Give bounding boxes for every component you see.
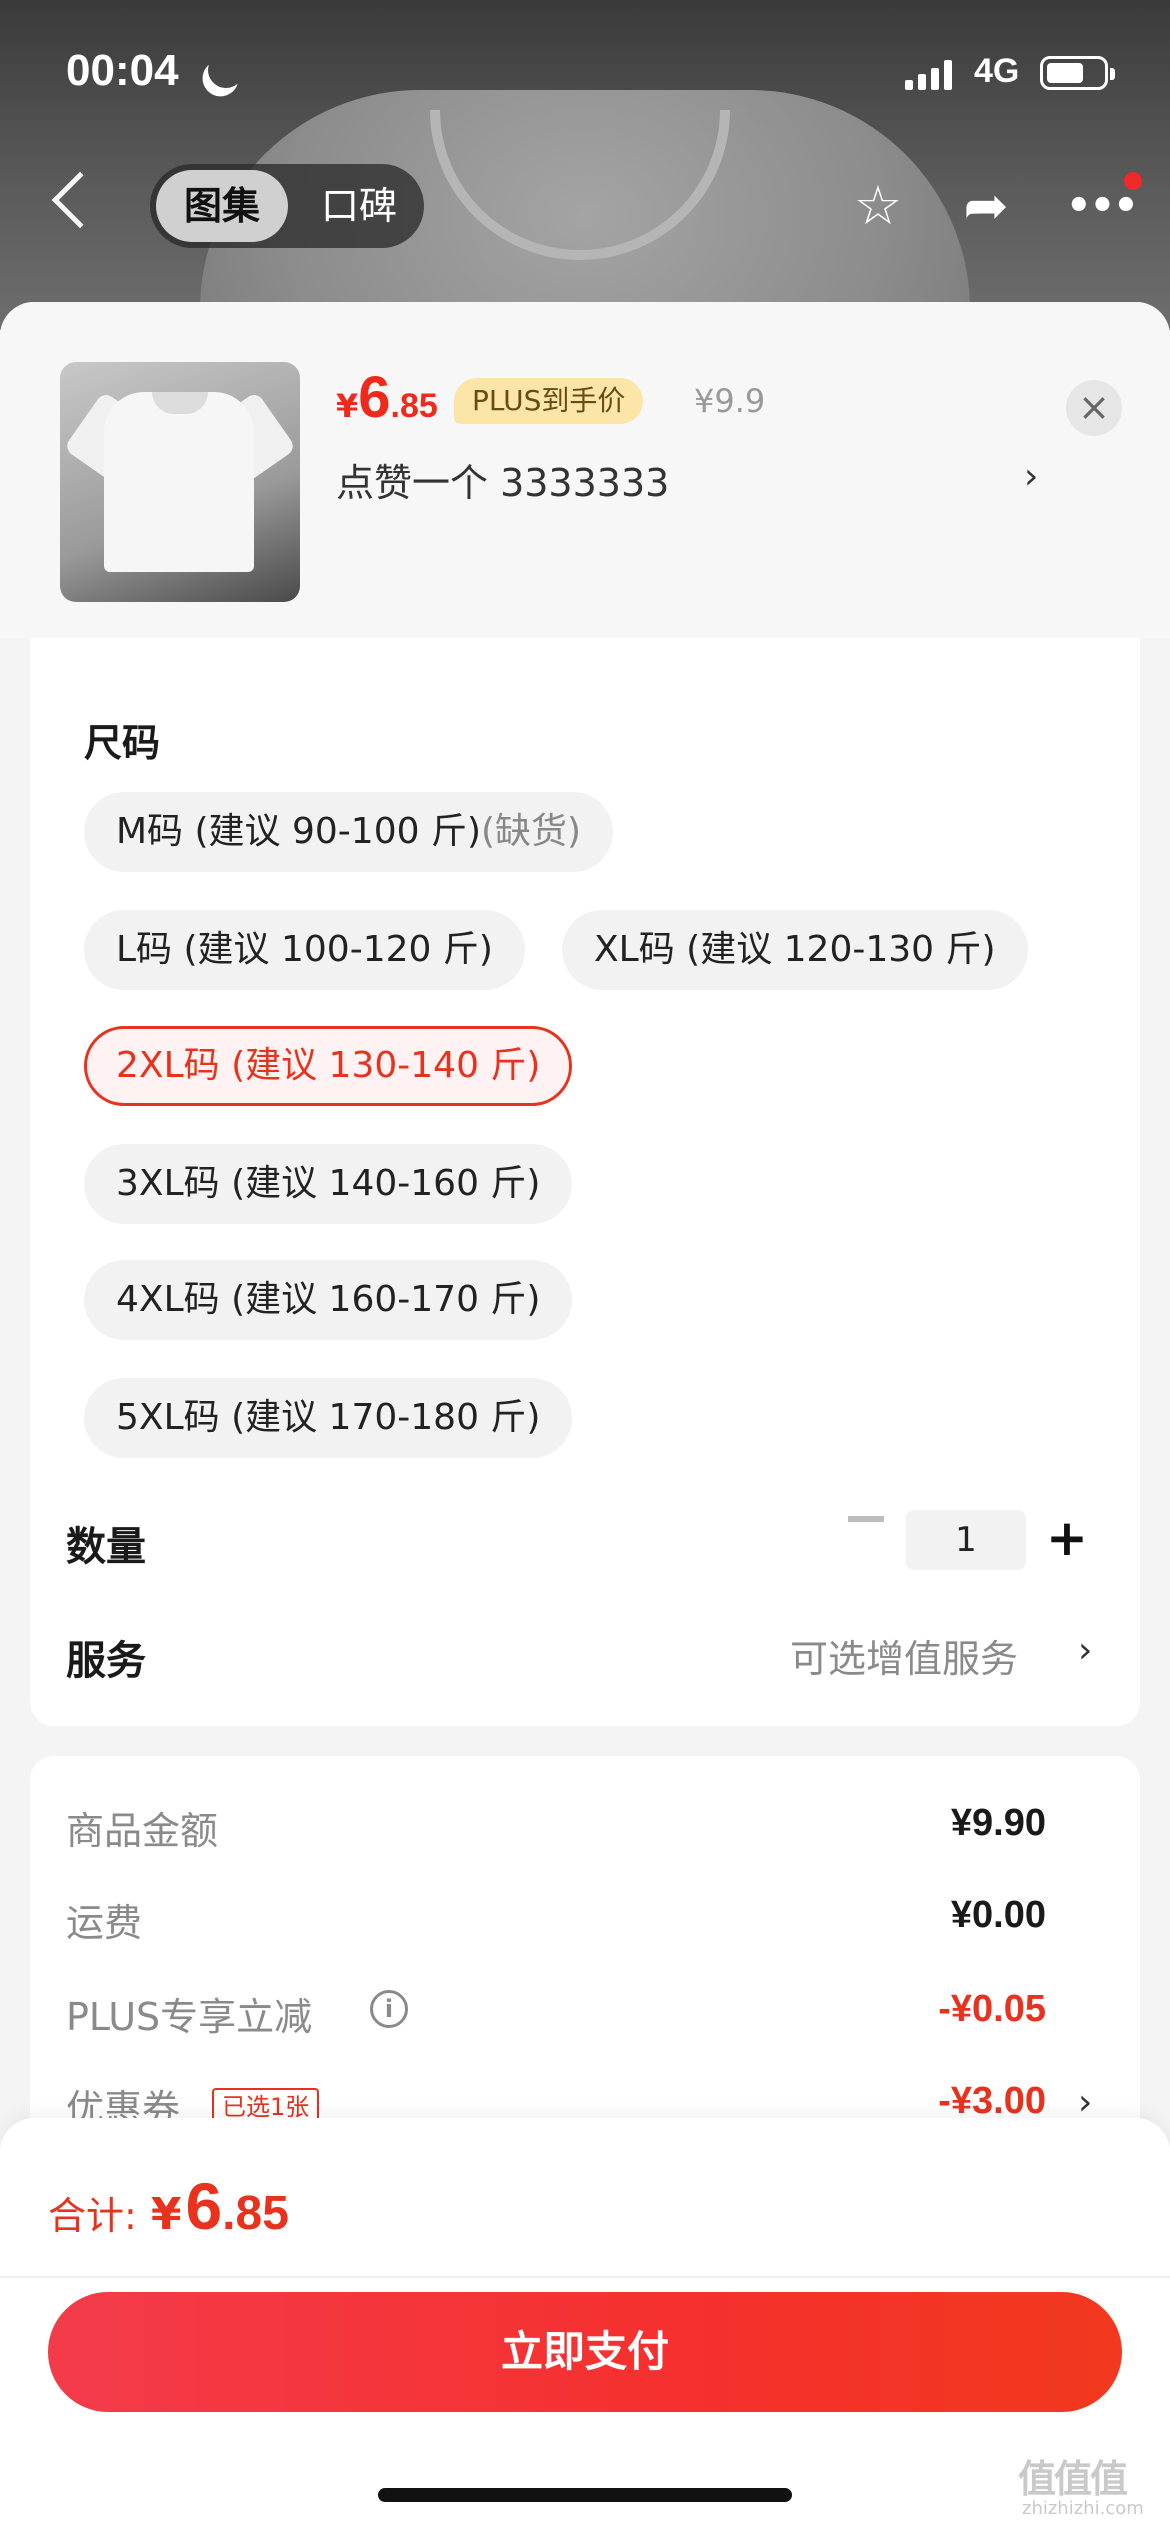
shipping-value: ¥0.00 [950, 1894, 1046, 1936]
pay-now-button[interactable]: 立即支付 [48, 2292, 1122, 2412]
quantity-increase-button[interactable]: + [1046, 1508, 1088, 1568]
coupon-value[interactable]: -¥3.00 [938, 2080, 1046, 2123]
more-icon[interactable]: ••• [1066, 176, 1139, 236]
signal-icon [905, 60, 952, 90]
size-option-3xl[interactable]: 3XL码 (建议 140-160 斤) [84, 1144, 573, 1224]
star-icon[interactable]: ☆ [848, 176, 908, 236]
status-time: 00:04 [66, 46, 179, 95]
product-thumbnail[interactable] [60, 362, 300, 602]
selected-spec[interactable]: 点赞一个 3333333 [336, 452, 669, 507]
price-currency: ¥ [336, 387, 359, 425]
status-bar: 00:04 4G [0, 0, 1170, 150]
total-integer: 6 [185, 2169, 223, 2243]
goods-amount-value: ¥9.90 [950, 1802, 1046, 1844]
product-price: ¥ 6 .85 [336, 364, 438, 434]
plus-discount-value: -¥0.05 [938, 1988, 1046, 2030]
watermark-url: zhizhizhi.com [1022, 2498, 1144, 2519]
chevron-right-icon[interactable]: › [1078, 1630, 1092, 1671]
battery-icon [1040, 56, 1115, 90]
plus-discount-label: PLUS专享立减 [66, 1995, 313, 2039]
chevron-right-icon[interactable]: › [1024, 456, 1038, 497]
moon-icon [203, 47, 249, 93]
chevron-right-icon[interactable]: › [1078, 2082, 1092, 2123]
divider [0, 2276, 1170, 2278]
size-option-m[interactable]: M码 (建议 90-100 斤)(缺货) [84, 792, 614, 872]
share-icon[interactable]: ➦ [956, 176, 1016, 236]
size-option-l[interactable]: L码 (建议 100-120 斤) [84, 910, 525, 990]
total-decimal: .85 [222, 2187, 289, 2240]
size-option-5xl[interactable]: 5XL码 (建议 170-180 斤) [84, 1378, 573, 1458]
out-of-stock-label: (缺货) [481, 811, 582, 852]
size-option-4xl[interactable]: 4XL码 (建议 160-170 斤) [84, 1260, 573, 1340]
watermark-logo: 值值值 [1018, 2457, 1128, 2501]
total-label: 合计: [48, 2194, 137, 2238]
plus-price-tag: PLUS到手价 [454, 378, 644, 424]
quantity-decrease-button[interactable] [848, 1516, 884, 1522]
shipping-label: 运费 [66, 1901, 143, 1945]
price-integer: 6 [358, 365, 391, 430]
home-indicator[interactable] [378, 2488, 792, 2502]
network-label: 4G [974, 52, 1020, 90]
notification-dot [1124, 172, 1142, 190]
tab-reviews[interactable]: 口碑 [300, 170, 418, 242]
tab-gallery[interactable]: 图集 [156, 170, 288, 242]
goods-amount-label: 商品金额 [66, 1809, 219, 1853]
order-total: 合计: ¥ 6 .85 [48, 2168, 289, 2244]
size-option-label: M码 (建议 90-100 斤) [116, 811, 481, 852]
close-button[interactable]: × [1066, 380, 1122, 436]
service-value[interactable]: 可选增值服务 [790, 1628, 1018, 1683]
info-icon[interactable]: i [370, 1990, 408, 2028]
size-section-title: 尺码 [84, 721, 161, 765]
gallery-reviews-toggle: 图集 口碑 [150, 164, 424, 248]
quantity-input[interactable]: 1 [906, 1510, 1026, 1570]
size-option-xl[interactable]: XL码 (建议 120-130 斤) [562, 910, 1028, 990]
original-price: ¥9.9 [694, 382, 766, 420]
quantity-label: 数量 [66, 1524, 146, 1570]
price-decimal: .85 [390, 387, 438, 425]
service-label: 服务 [66, 1638, 146, 1684]
size-option-2xl[interactable]: 2XL码 (建议 130-140 斤) [84, 1026, 573, 1106]
total-currency: ¥ [150, 2189, 182, 2240]
